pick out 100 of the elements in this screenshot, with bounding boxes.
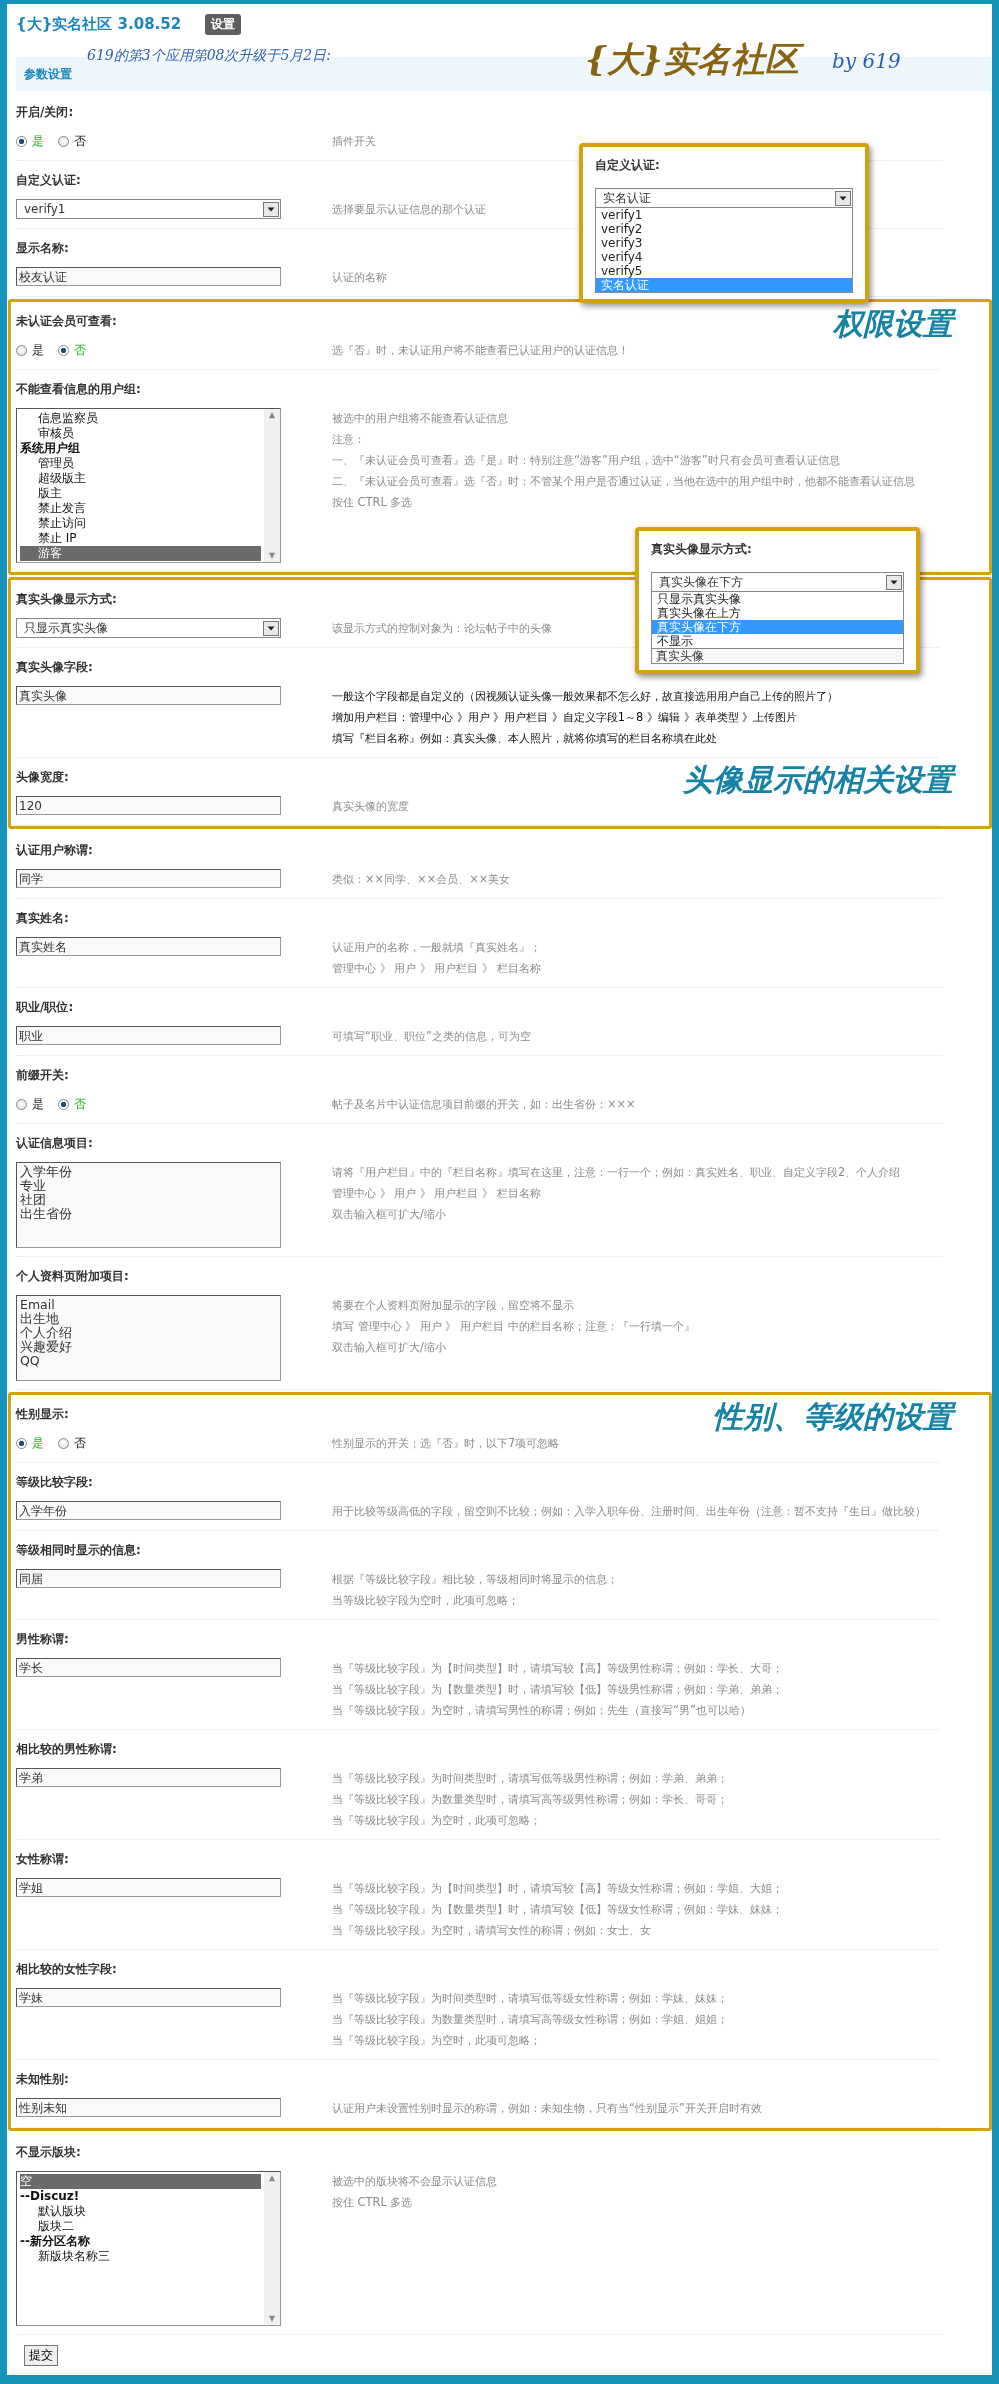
dropdown[interactable]: 真实头像在下方 xyxy=(651,572,904,592)
list-option[interactable]: 禁止发言 xyxy=(20,501,261,516)
list-option[interactable]: 审核员 xyxy=(20,426,261,441)
radio-button[interactable] xyxy=(16,1099,27,1110)
list-option[interactable]: 游客 xyxy=(20,546,261,561)
hint-text: 当『等级比较字段』为数量类型时，请填写高等级男性称谓；例如：学长、哥哥； xyxy=(332,1791,728,1808)
field-label: 认证用户称谓: xyxy=(16,842,93,859)
hint-text: 注意： xyxy=(332,431,365,448)
list-option[interactable]: 版块二 xyxy=(20,2219,261,2234)
dropdown-option[interactable]: 只显示真实头像 xyxy=(652,592,903,606)
hint-text: 该显示方式的控制对象为：论坛帖子中的头像 xyxy=(332,620,552,637)
hint-text: 一、『未认证会员可查看』选『是』时：特别注意“游客”用户组，选中“游客”时只有会员可查看认证信息 xyxy=(332,452,840,469)
text-field[interactable]: 真实头像 xyxy=(16,686,281,705)
dropdown[interactable]: 只显示真实头像 xyxy=(16,618,281,638)
text-field[interactable]: 学长 xyxy=(16,1658,281,1677)
text-field[interactable]: 入学年份 xyxy=(16,1501,281,1520)
hint-text: 双击输入框可扩大/缩小 xyxy=(332,1206,446,1223)
list-option[interactable]: 管理员 xyxy=(20,456,261,471)
field-label: 男性称谓: xyxy=(16,1631,69,1648)
list-option[interactable]: 禁止访问 xyxy=(20,516,261,531)
dropdown-option[interactable]: verify2 xyxy=(596,222,852,236)
hint-text: 认证的名称 xyxy=(332,269,387,286)
hint-text: 当『等级比较字段』为【数量类型】时，请填写较【低】等级女性称谓；例如：学妹、妹妹； xyxy=(332,1901,783,1918)
list-option[interactable]: 版主 xyxy=(20,486,261,501)
radio-button[interactable] xyxy=(16,136,27,147)
dropdown[interactable]: 实名认证 xyxy=(595,188,853,208)
list-option[interactable]: 超级版主 xyxy=(20,471,261,486)
dropdown-option[interactable]: 不显示 xyxy=(652,634,903,648)
hint-text: 帖子及名片中认证信息项目前缀的开关，如：出生省份：××× xyxy=(332,1096,636,1113)
app-title: {大}实名社区 3.08.52 xyxy=(16,14,182,34)
hint-text: 按住 CTRL 多选 xyxy=(332,2194,413,2211)
dropdown[interactable]: verify1 xyxy=(16,199,281,219)
hint-text: 当『等级比较字段』为空时，此项可忽略； xyxy=(332,1812,541,1829)
field-label: 相比较的女性字段: xyxy=(16,1961,117,1978)
text-field[interactable]: 120 xyxy=(16,796,281,815)
field-label: 不显示版块: xyxy=(16,2144,81,2161)
hint-text: 当『等级比较字段』为空时，请填写男性的称谓；例如：先生（直接写“男”也可以哈） xyxy=(332,1702,751,1719)
text-field[interactable]: 学姐 xyxy=(16,1878,281,1897)
hint-text: 当『等级比较字段』为数量类型时，请填写高等级女性称谓；例如：学姐、姐姐； xyxy=(332,2011,728,2028)
hint-text: 填写『栏目名称』例如：真实头像、本人照片，就将你填写的栏目名称填在此处 xyxy=(332,730,717,747)
list-option[interactable]: 系统用户组 xyxy=(20,441,261,456)
radio-button[interactable] xyxy=(58,345,69,356)
hint-text: 一般这个字段都是自定义的（因视频认证头像一般效果都不怎么好，故直接选用用户自己上传的照片了） xyxy=(332,688,838,705)
text-area[interactable]: 入学年份 专业 社团 出生省份 xyxy=(16,1162,281,1248)
dropdown-option[interactable]: 真实头像在上方 xyxy=(652,606,903,620)
section-title: 参数设置 xyxy=(24,65,72,83)
list-option[interactable]: --新分区名称 xyxy=(20,2234,261,2249)
scroll-bar[interactable] xyxy=(264,2172,280,2325)
settings-tab[interactable]: 设置 xyxy=(205,13,242,35)
radio-button[interactable] xyxy=(58,1438,69,1449)
submit-button[interactable]: 提交 xyxy=(24,2345,58,2366)
hint-text: 当『等级比较字段』为空时，请填写女性的称谓；例如：女士、女 xyxy=(332,1922,651,1939)
text-field[interactable]: 真实头像 xyxy=(651,649,904,664)
radio-button[interactable] xyxy=(58,136,69,147)
text-area[interactable]: Email 出生地 个人介绍 兴趣爱好 QQ xyxy=(16,1295,281,1381)
hint-text: 当『等级比较字段』为【时间类型】时，请填写较【高】等级男性称谓；例如：学长、大哥； xyxy=(332,1660,783,1677)
list-option[interactable]: 新版块名称三 xyxy=(20,2249,261,2264)
hint-text: 管理中心 》 用户 》 用户栏目 》 栏目名称 xyxy=(332,960,541,977)
text-field[interactable]: 校友认证 xyxy=(16,267,281,286)
annotation-caption: 权限设置 xyxy=(833,304,959,344)
dropdown-option[interactable]: verify3 xyxy=(596,236,852,250)
hint-text: 类似：××同学、××会员、××美女 xyxy=(332,871,511,888)
field-label: 真实头像字段: xyxy=(16,659,93,676)
field-label: 真实头像显示方式: xyxy=(651,541,753,558)
field-label: 真实姓名: xyxy=(16,910,69,927)
annotation-caption: 性别、等级的设置 xyxy=(713,1397,959,1437)
handwritten-note: 619的第3个应用第08次升级于5月2日: xyxy=(87,47,331,65)
text-field[interactable]: 学妹 xyxy=(16,1988,281,2007)
hint-text: 双击输入框可扩大/缩小 xyxy=(332,1339,446,1356)
text-field[interactable]: 同届 xyxy=(16,1569,281,1588)
text-field[interactable]: 真实姓名 xyxy=(16,937,281,956)
list-option[interactable]: 默认版块 xyxy=(20,2204,261,2219)
hint-text: 当『等级比较字段』为时间类型时，请填写低等级女性称谓；例如：学妹、妹妹； xyxy=(332,1990,728,2007)
field-label: 未认证会员可查看: xyxy=(16,313,117,330)
radio-label: 是 xyxy=(32,133,44,150)
text-field[interactable]: 性别未知 xyxy=(16,2098,281,2117)
hint-text: 填写 管理中心 》 用户 》 用户栏目 中的栏目名称；注意：『一行填一个』 xyxy=(332,1318,695,1335)
list-option[interactable]: --Discuz! xyxy=(20,2189,261,2204)
list-option[interactable]: 禁止 IP xyxy=(20,531,261,546)
list-option[interactable]: 信息监察员 xyxy=(20,411,261,426)
field-label: 显示名称: xyxy=(16,240,69,257)
radio-button[interactable] xyxy=(16,1438,27,1449)
hint-text: 当『等级比较字段』为【数量类型】时，请填写较【低】等级男性称谓；例如：学弟、弟弟； xyxy=(332,1681,783,1698)
text-field[interactable]: 职业 xyxy=(16,1026,281,1045)
radio-label: 否 xyxy=(74,1096,86,1113)
radio-label: 否 xyxy=(74,1435,86,1452)
hint-text: 被选中的版块将不会显示认证信息 xyxy=(332,2173,497,2190)
radio-label: 是 xyxy=(32,342,44,359)
hint-text: 当『等级比较字段』为【时间类型】时，请填写较【高】等级女性称谓；例如：学姐、大姐； xyxy=(332,1880,783,1897)
scroll-bar[interactable] xyxy=(264,409,280,562)
text-field[interactable]: 同学 xyxy=(16,869,281,888)
field-label: 自定义认证: xyxy=(595,157,661,174)
radio-button[interactable] xyxy=(16,345,27,356)
dropdown-option[interactable]: verify1 xyxy=(596,208,852,222)
dropdown-option[interactable]: verify5 xyxy=(596,264,852,278)
list-option[interactable]: 空 xyxy=(20,2174,261,2189)
dropdown-option[interactable]: verify4 xyxy=(596,250,852,264)
text-field[interactable]: 学弟 xyxy=(16,1768,281,1787)
radio-button[interactable] xyxy=(58,1099,69,1110)
hint-text: 根据『等级比较字段』相比较，等级相同时将显示的信息； xyxy=(332,1571,618,1588)
